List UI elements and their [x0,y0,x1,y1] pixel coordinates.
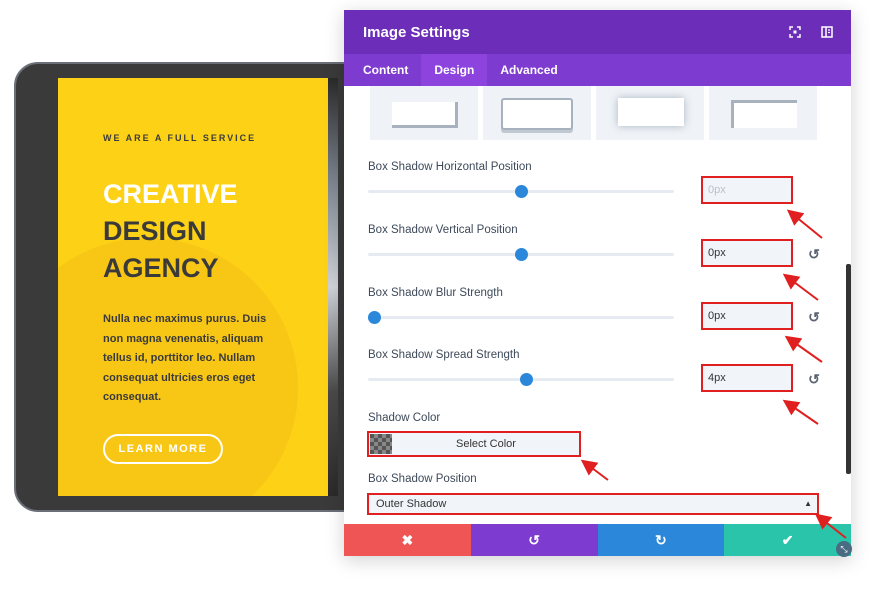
stage: WE ARE A FULL SERVICE CREATIVE DESIGN AG… [0,0,880,590]
transparent-swatch-icon [370,434,392,454]
tab-advanced[interactable]: Advanced [487,54,570,86]
slider-knob[interactable] [514,248,528,261]
vertical-position-slider[interactable] [368,248,674,261]
shadow-position-value: Outer Shadow [376,498,447,510]
learn-more-button[interactable]: LEARN MORE [103,434,223,464]
horizontal-position-input[interactable]: 0px [701,176,793,204]
close-icon: ✖ [401,531,414,548]
resize-handle-icon[interactable]: ⤡ [836,541,852,557]
spread-strength-input[interactable]: 4px [701,364,793,392]
shadow-position-select[interactable]: Outer Shadow ▲ [367,493,819,515]
tablet-preview: WE ARE A FULL SERVICE CREATIVE DESIGN AG… [14,62,374,512]
select-color-label: Select Color [456,438,516,450]
horizontal-position-label: Box Shadow Horizontal Position [368,161,532,173]
reset-icon[interactable]: ↺ [806,246,822,262]
box-shadow-presets [370,86,817,140]
shadow-preset-3[interactable] [596,86,704,140]
shadow-position-label: Box Shadow Position [368,473,477,485]
shadow-color-label: Shadow Color [368,412,441,424]
sidebar-icon[interactable] [811,10,843,54]
reset-icon[interactable]: ↺ [806,371,822,387]
blur-strength-slider[interactable] [368,311,674,324]
slider-knob[interactable] [520,373,534,386]
headline-line-2: DESIGN [103,216,207,246]
preview-photo [328,78,338,496]
save-button[interactable]: ✔ [724,524,851,556]
reset-icon[interactable]: ↺ [806,309,822,325]
shadow-preset-2[interactable] [483,86,591,140]
undo-button[interactable]: ↺ [470,524,598,556]
check-icon: ✔ [781,531,794,548]
image-settings-modal: Image Settings Content Design Advanced B… [344,10,851,556]
preview-screen: WE ARE A FULL SERVICE CREATIVE DESIGN AG… [58,78,338,496]
modal-header: Image Settings [344,10,851,54]
cancel-button[interactable]: ✖ [344,524,471,556]
scrollbar[interactable] [846,264,851,474]
select-caret-icon: ▲ [804,499,812,508]
preview-headline: CREATIVE DESIGN AGENCY [103,176,238,287]
tab-design[interactable]: Design [421,54,488,86]
shadow-preset-4[interactable] [709,86,817,140]
blur-strength-input[interactable]: 0px [701,302,793,330]
headline-line-1: CREATIVE [103,179,238,209]
slider-knob[interactable] [368,311,381,324]
vertical-position-input[interactable]: 0px [701,239,793,267]
tab-content[interactable]: Content [350,54,421,86]
shadow-preset-1[interactable] [370,86,478,140]
settings-body: Box Shadow Horizontal Position 0px Box S… [344,86,851,524]
undo-icon: ↺ [528,531,540,548]
select-color-button[interactable]: Select Color [367,431,581,457]
modal-title: Image Settings [363,23,470,41]
vertical-position-label: Box Shadow Vertical Position [368,224,518,236]
preview-eyebrow: WE ARE A FULL SERVICE [103,133,257,143]
spread-strength-slider[interactable] [368,373,674,386]
blur-strength-label: Box Shadow Blur Strength [368,287,503,299]
preview-body: Nulla nec maximus purus. Duis non magna … [103,313,267,403]
headline-line-3: AGENCY [103,253,219,283]
spread-strength-label: Box Shadow Spread Strength [368,349,520,361]
redo-icon: ↻ [655,531,667,548]
modal-footer: ✖ ↺ ↻ ✔ [344,524,851,556]
fullscreen-icon[interactable] [779,10,811,54]
redo-button[interactable]: ↻ [597,524,725,556]
slider-knob[interactable] [514,185,528,198]
modal-tabs: Content Design Advanced [344,54,851,86]
horizontal-position-slider[interactable] [368,185,674,198]
